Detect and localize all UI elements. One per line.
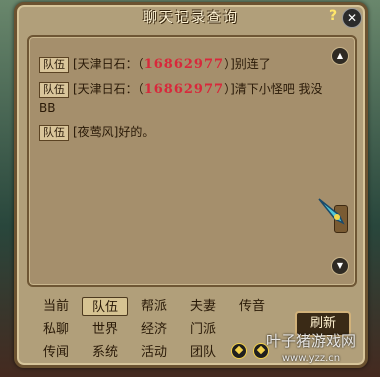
tab-current[interactable]: 当前 <box>33 297 79 316</box>
tab-spouse[interactable]: 夫妻 <box>180 297 226 316</box>
tab-gang[interactable]: 帮派 <box>131 297 177 316</box>
chat-message: 队伍 [天津日石：（16862977）]清下小怪吧 我没BB <box>39 80 324 117</box>
tab-rumor[interactable]: 传闻 <box>33 343 79 362</box>
tab-system[interactable]: 系统 <box>82 343 128 362</box>
window-title: 聊天记录查询 <box>143 10 239 26</box>
player-id[interactable]: 16862977 <box>144 57 224 72</box>
scroll-up-arrow-icon[interactable]: ▲ <box>331 47 349 65</box>
channel-tag[interactable]: 队伍 <box>39 124 69 141</box>
chat-message: 队伍 [天津日石：（16862977）]别连了 <box>39 55 324 74</box>
player-id-digits: 16862977 <box>143 82 225 97</box>
tab-broadcast[interactable]: 传音 <box>229 297 275 316</box>
mouse-cursor-icon <box>318 198 345 225</box>
tab-team[interactable]: 队伍 <box>82 297 128 316</box>
tab-world[interactable]: 世界 <box>82 320 128 339</box>
channel-tag[interactable]: 队伍 <box>39 56 69 73</box>
tab-private[interactable]: 私聊 <box>33 320 79 339</box>
message-prefix: [天津日石：（ <box>73 82 144 96</box>
watermark-url: www.yzz.cn <box>281 353 341 364</box>
nav-prev-icon[interactable] <box>231 343 247 359</box>
scroll-down-arrow-icon[interactable]: ▼ <box>331 257 349 275</box>
channel-tag[interactable]: 队伍 <box>39 81 69 98</box>
chat-log-area[interactable]: 队伍 [天津日石：（16862977）]别连了 队伍 [天津日石：（16862977… <box>27 35 357 287</box>
message-list: 队伍 [天津日石：（16862977）]别连了 队伍 [天津日石：（16862977… <box>39 55 324 147</box>
chat-message: 队伍 [夜莺风]好的。 <box>39 123 324 141</box>
tab-squad[interactable]: 团队 <box>180 343 226 362</box>
watermark-text: 叶子猪游戏网 <box>265 332 356 350</box>
tab-economy[interactable]: 经济 <box>131 320 177 339</box>
player-id-digits: 16862977 <box>143 57 225 72</box>
message-prefix: [天津日石：（ <box>73 57 144 71</box>
message-text: [夜莺风]好的。 <box>73 125 155 139</box>
message-text: ）]别连了 <box>224 57 271 71</box>
help-button[interactable]: ? <box>325 8 341 26</box>
chat-log-window: 聊天记录查询 ? ✕ 队伍 [天津日石：（16862977）]别连了 队伍 [天津日… <box>14 2 368 368</box>
site-watermark: 叶子猪游戏网 www.yzz.cn <box>252 330 370 374</box>
tab-event[interactable]: 活动 <box>131 343 177 362</box>
close-button[interactable]: ✕ <box>342 8 362 28</box>
tab-sect[interactable]: 门派 <box>180 320 226 339</box>
player-id[interactable]: 16862977 <box>144 82 224 97</box>
